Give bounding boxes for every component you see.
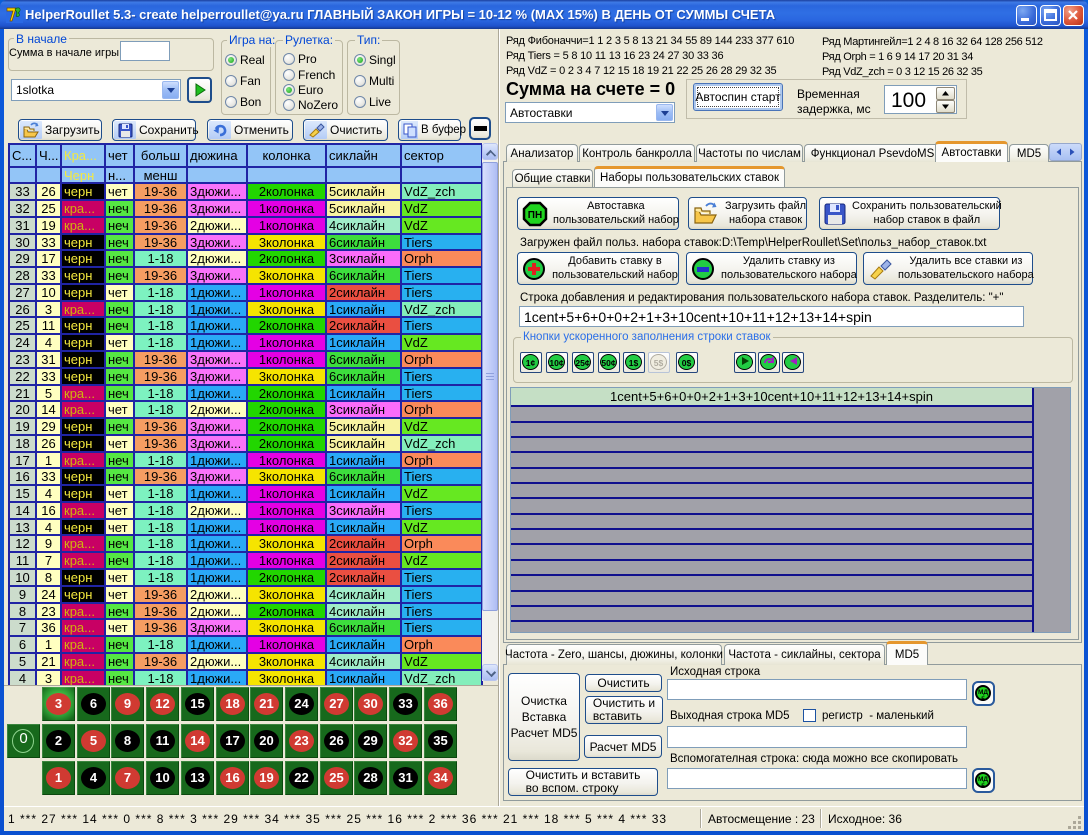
- svg-text:ПН: ПН: [528, 210, 542, 221]
